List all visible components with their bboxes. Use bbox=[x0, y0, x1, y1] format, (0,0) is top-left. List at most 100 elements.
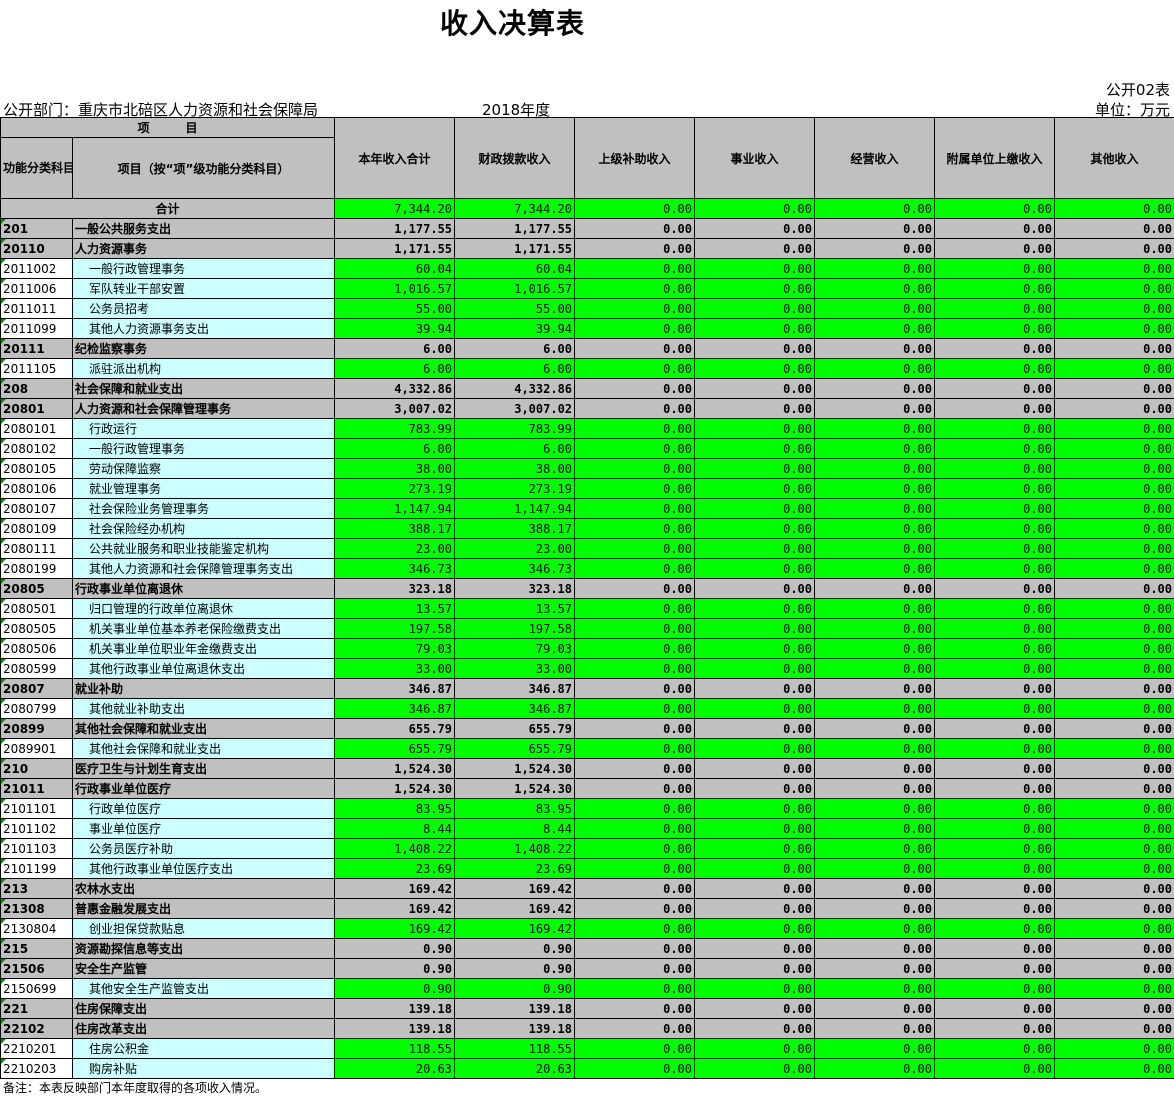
row-value: 0.00 bbox=[1054, 1018, 1174, 1039]
row-name: 住房保障支出 bbox=[71, 998, 336, 1019]
row-value: 0.00 bbox=[574, 798, 696, 819]
row-value: 0.00 bbox=[1054, 958, 1174, 979]
row-value: 0.00 bbox=[1054, 478, 1174, 499]
row-value: 23.69 bbox=[454, 858, 576, 879]
row-value: 0.00 bbox=[814, 978, 936, 999]
row-value: 0.00 bbox=[694, 318, 816, 339]
row-value: 0.00 bbox=[814, 1038, 936, 1059]
row-value: 4,332.86 bbox=[334, 378, 456, 399]
row-name: 就业管理事务 bbox=[71, 478, 336, 499]
row-value: 197.58 bbox=[454, 618, 576, 639]
row-value: 0.00 bbox=[694, 978, 816, 999]
row-value: 0.00 bbox=[694, 298, 816, 319]
row-value: 0.00 bbox=[694, 578, 816, 599]
row-value: 0.00 bbox=[934, 798, 1056, 819]
row-code: 2080107 bbox=[0, 498, 73, 519]
row-value: 79.03 bbox=[334, 638, 456, 659]
row-value: 0.00 bbox=[814, 658, 936, 679]
row-value: 6.00 bbox=[334, 438, 456, 459]
row-value: 0.00 bbox=[814, 398, 936, 419]
row-value: 0.00 bbox=[1054, 238, 1174, 259]
row-value: 39.94 bbox=[454, 318, 576, 339]
row-value: 0.00 bbox=[934, 658, 1056, 679]
row-value: 0.00 bbox=[934, 718, 1056, 739]
row-code: 2101103 bbox=[0, 838, 73, 859]
row-value: 0.00 bbox=[694, 858, 816, 879]
row-value: 783.99 bbox=[334, 418, 456, 439]
row-value: 0.00 bbox=[694, 558, 816, 579]
detail-row: 2101101 行政单位医疗 83.95 83.95 0.00 0.00 0.00 0.00 0… bbox=[0, 798, 1174, 819]
row-name: 军队转业干部安置 bbox=[71, 278, 336, 299]
category-row: 21308 普惠金融发展支出 169.42 169.42 0.00 0.00 0.00 0.0… bbox=[0, 898, 1174, 919]
row-value: 0.00 bbox=[574, 278, 696, 299]
row-value: 0.00 bbox=[934, 438, 1056, 459]
row-value: 0.00 bbox=[694, 398, 816, 419]
category-row: 201 一般公共服务支出 1,177.55 1,177.55 0.00 0.00 0.00 0… bbox=[0, 218, 1174, 239]
row-name: 资源勘探信息等支出 bbox=[71, 938, 336, 959]
row-value: 0.00 bbox=[814, 498, 936, 519]
row-value: 1,016.57 bbox=[334, 278, 456, 299]
row-value: 0.00 bbox=[934, 1018, 1056, 1039]
row-value: 0.00 bbox=[574, 358, 696, 379]
total-row: 合计 7,344.20 7,344.20 0.00 0.00 0.00 0.00… bbox=[0, 198, 1174, 219]
row-value: 0.00 bbox=[574, 538, 696, 559]
row-code: 2080199 bbox=[0, 558, 73, 579]
row-value: 0.00 bbox=[574, 918, 696, 939]
row-code: 2011006 bbox=[0, 278, 73, 299]
detail-row: 2011105 派驻派出机构 6.00 6.00 0.00 0.00 0.00 0.00 0.0… bbox=[0, 358, 1174, 379]
row-value: 0.00 bbox=[574, 618, 696, 639]
row-name: 一般行政管理事务 bbox=[71, 438, 336, 459]
row-value: 0.00 bbox=[694, 898, 816, 919]
row-name: 其他社会保障和就业支出 bbox=[71, 718, 336, 739]
row-code: 20805 bbox=[0, 578, 73, 599]
row-value: 0.00 bbox=[814, 258, 936, 279]
category-row: 20110 人力资源事务 1,171.55 1,171.55 0.00 0.00 0.00 0… bbox=[0, 238, 1174, 259]
row-value: 0.00 bbox=[1054, 898, 1174, 919]
row-value: 0.00 bbox=[934, 738, 1056, 759]
row-name: 劳动保障监察 bbox=[71, 458, 336, 479]
row-value: 0.00 bbox=[814, 958, 936, 979]
detail-row: 2080102 一般行政管理事务 6.00 6.00 0.00 0.00 0.00 0.00 0… bbox=[0, 438, 1174, 459]
row-value: 38.00 bbox=[454, 458, 576, 479]
row-value: 1,171.55 bbox=[334, 238, 456, 259]
row-value: 0.00 bbox=[934, 858, 1056, 879]
row-value: 0.00 bbox=[574, 478, 696, 499]
row-value: 0.00 bbox=[574, 678, 696, 699]
row-value: 0.00 bbox=[694, 218, 816, 239]
row-value: 6.00 bbox=[454, 338, 576, 359]
row-value: 0.00 bbox=[814, 858, 936, 879]
detail-row: 2080107 社会保险业务管理事务 1,147.94 1,147.94 0.00 0.0… bbox=[0, 498, 1174, 519]
row-name: 住房公积金 bbox=[71, 1038, 336, 1059]
row-value: 346.73 bbox=[334, 558, 456, 579]
row-value: 0.00 bbox=[934, 898, 1056, 919]
row-name: 农林水支出 bbox=[71, 878, 336, 899]
row-value: 0.00 bbox=[694, 618, 816, 639]
row-value: 0.00 bbox=[694, 438, 816, 459]
row-code: 21011 bbox=[0, 778, 73, 799]
row-value: 0.00 bbox=[574, 758, 696, 779]
row-value: 0.00 bbox=[694, 418, 816, 439]
row-value: 118.55 bbox=[334, 1038, 456, 1059]
detail-row: 2080111 公共就业服务和职业技能鉴定机构 23.00 23.00 0.00 0.00… bbox=[0, 538, 1174, 559]
row-name: 社会保险业务管理事务 bbox=[71, 498, 336, 519]
row-code: 21308 bbox=[0, 898, 73, 919]
row-name: 一般行政管理事务 bbox=[71, 258, 336, 279]
row-value: 0.90 bbox=[454, 958, 576, 979]
row-value: 0.00 bbox=[814, 298, 936, 319]
category-row: 20807 就业补助 346.87 346.87 0.00 0.00 0.00 0.00 0.0… bbox=[0, 678, 1174, 699]
detail-row: 2089901 其他社会保障和就业支出 655.79 655.79 0.00 0.00 0.… bbox=[0, 738, 1174, 759]
row-value: 0.00 bbox=[934, 258, 1056, 279]
row-value: 139.18 bbox=[454, 998, 576, 1019]
row-value: 0.00 bbox=[1054, 278, 1174, 299]
row-value: 55.00 bbox=[334, 298, 456, 319]
row-name: 其他就业补助支出 bbox=[71, 698, 336, 719]
row-code: 20110 bbox=[0, 238, 73, 259]
row-value: 0.00 bbox=[1054, 778, 1174, 799]
row-value: 4,332.86 bbox=[454, 378, 576, 399]
row-value: 0.00 bbox=[934, 778, 1056, 799]
row-value: 0.00 bbox=[814, 598, 936, 619]
row-value: 0.00 bbox=[574, 1038, 696, 1059]
detail-row: 2130804 创业担保贷款贴息 169.42 169.42 0.00 0.00 0.00 0… bbox=[0, 918, 1174, 939]
detail-row: 2080506 机关事业单位职业年金缴费支出 79.03 79.03 0.00 0.00 0… bbox=[0, 638, 1174, 659]
row-value: 0.00 bbox=[694, 358, 816, 379]
